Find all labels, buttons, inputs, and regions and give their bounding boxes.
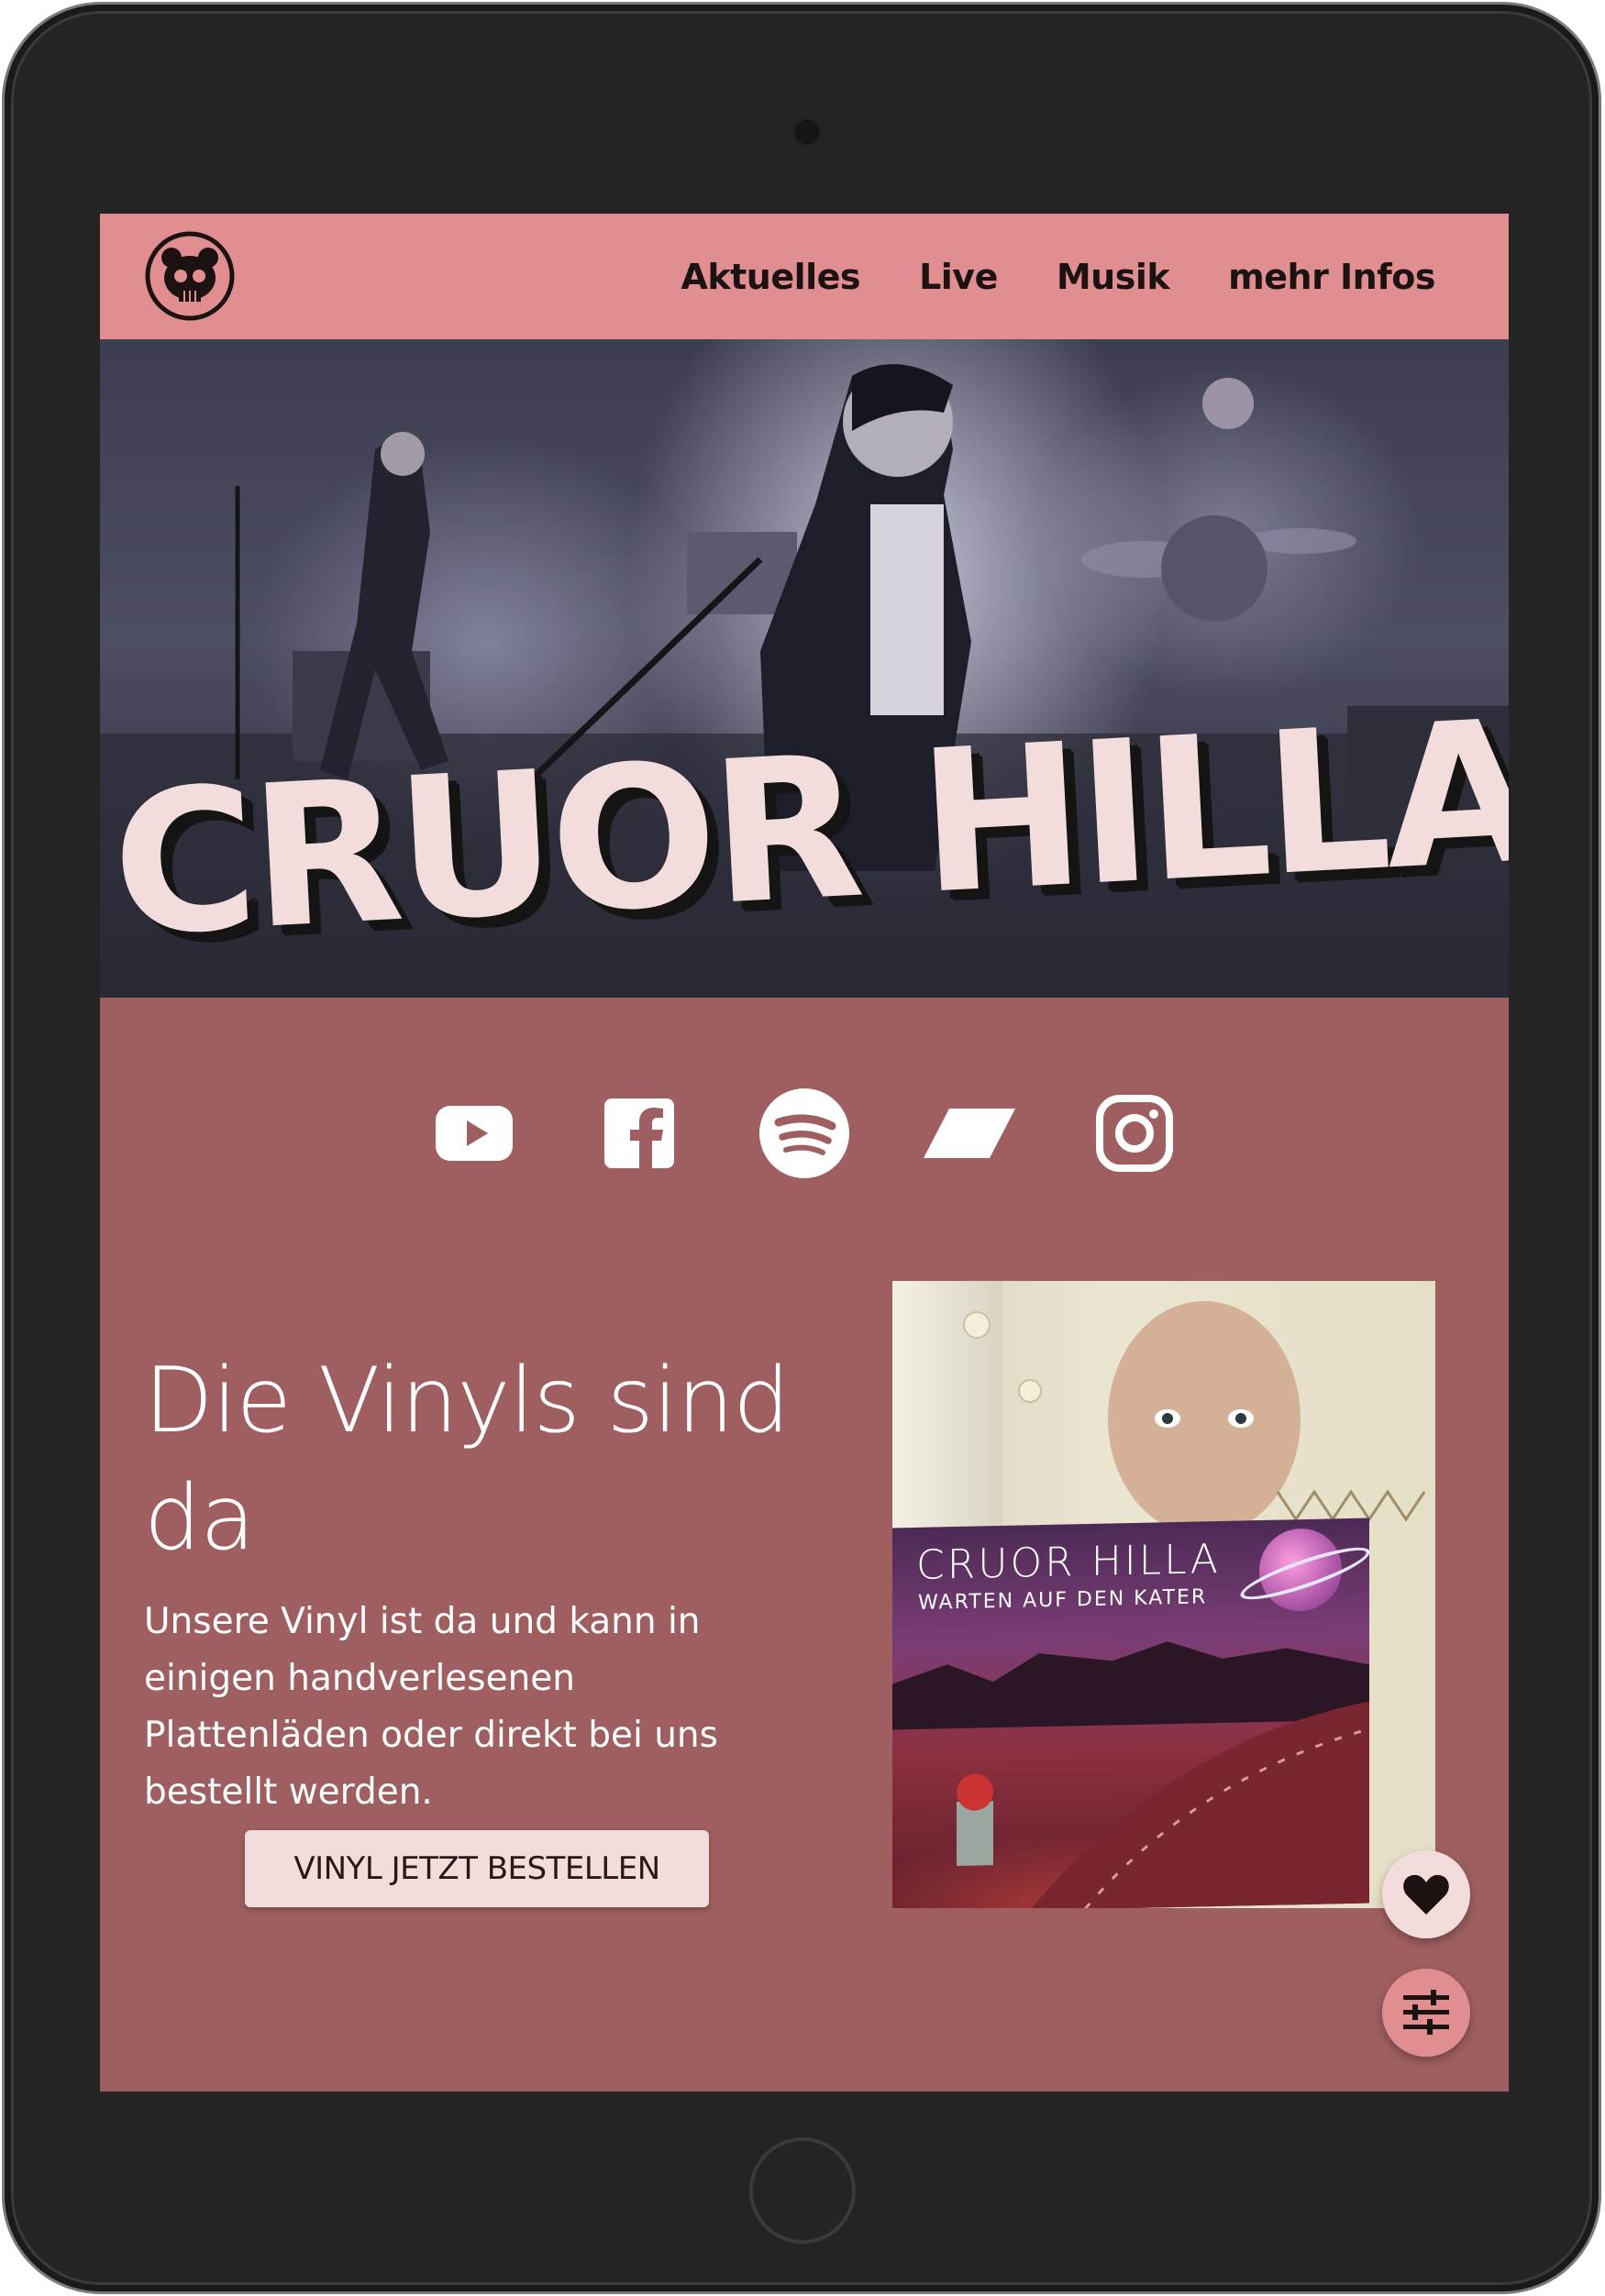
screen: Aktuelles Live Musik mehr Infos CRUOR HI… <box>100 214 1509 2092</box>
bandcamp-icon[interactable] <box>924 1087 1015 1179</box>
main-nav: Aktuelles Live Musik mehr Infos <box>681 214 1435 339</box>
album-landscape <box>892 1641 1369 1908</box>
instagram-icon[interactable] <box>1089 1087 1180 1179</box>
settings-button[interactable] <box>1382 1969 1470 2057</box>
feature-body: Unsere Vinyl ist da und kann in einigen … <box>144 1601 718 1813</box>
photo-background <box>963 1301 1426 1536</box>
feature-headline: Die Vinyls sind da <box>144 1348 790 1571</box>
vinyl-photo: CRUOR HILLA WARTEN AUF DEN KATER <box>892 1281 1435 1908</box>
tune-icon <box>1403 1990 1449 2035</box>
nav-item-mehr-infos[interactable]: mehr Infos <box>1228 257 1435 297</box>
nav-item-aktuelles[interactable]: Aktuelles <box>681 257 860 297</box>
spotify-icon[interactable] <box>758 1087 850 1179</box>
social-links <box>100 1083 1509 1184</box>
nav-item-live[interactable]: Live <box>919 257 998 297</box>
youtube-icon[interactable] <box>428 1087 520 1179</box>
tablet-frame: Aktuelles Live Musik mehr Infos CRUOR HI… <box>2 2 1601 2294</box>
camera <box>795 120 819 144</box>
order-vinyl-button[interactable]: VINYL JETZT BESTELLEN <box>245 1830 709 1907</box>
album-cover: CRUOR HILLA WARTEN AUF DEN KATER <box>892 1518 1375 1908</box>
home-button[interactable] <box>749 2137 856 2244</box>
nav-item-musik[interactable]: Musik <box>1057 257 1170 297</box>
favorite-button[interactable] <box>1382 1850 1470 1938</box>
facebook-icon[interactable] <box>593 1087 685 1179</box>
navbar: Aktuelles Live Musik mehr Infos <box>100 214 1509 339</box>
heart-icon <box>1403 1874 1449 1915</box>
hero-image: CRUOR HILLA <box>100 339 1509 998</box>
band-logo-icon[interactable] <box>144 230 236 322</box>
